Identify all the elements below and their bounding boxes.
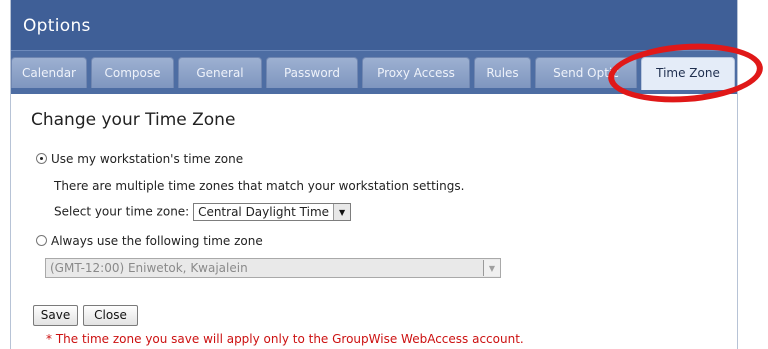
tab-send-options[interactable]: Send Optic: [535, 57, 637, 88]
tab-bar: Calendar Compose General Password Proxy …: [11, 50, 737, 94]
header: Options: [11, 0, 737, 50]
option-always[interactable]: Always use the following time zone: [36, 234, 263, 248]
tab-compose[interactable]: Compose: [91, 57, 174, 88]
fixed-time-zone-select[interactable]: (GMT-12:00) Eniwetok, Kwajalein ▼: [45, 258, 501, 278]
select-zone-label: Select your time zone:: [54, 204, 190, 219]
radio-icon[interactable]: [36, 153, 47, 164]
time-zone-note: * The time zone you save will apply only…: [46, 332, 524, 346]
tab-general[interactable]: General: [178, 57, 262, 88]
time-zone-select-value: Central Daylight Time: [198, 205, 330, 219]
page-title: Options: [23, 16, 91, 36]
option-workstation-label: Use my workstation's time zone: [51, 152, 244, 166]
radio-icon[interactable]: [36, 235, 47, 246]
time-zone-content: Change your Time Zone Use my workstation…: [11, 94, 737, 349]
chevron-down-icon[interactable]: ▼: [483, 260, 500, 276]
option-always-label: Always use the following time zone: [51, 234, 263, 248]
chevron-down-icon[interactable]: ▼: [333, 204, 351, 220]
tab-proxy-access[interactable]: Proxy Access: [362, 57, 470, 88]
tab-calendar[interactable]: Calendar: [11, 57, 87, 88]
fixed-time-zone-value: (GMT-12:00) Eniwetok, Kwajalein: [50, 261, 248, 275]
always-zone-row: (GMT-12:00) Eniwetok, Kwajalein ▼: [45, 258, 501, 278]
options-panel: Options Calendar Compose General Passwor…: [10, 0, 738, 349]
close-button[interactable]: Close: [83, 305, 138, 326]
time-zone-select[interactable]: Central Daylight Time ▼: [193, 203, 352, 221]
option-workstation[interactable]: Use my workstation's time zone: [36, 152, 243, 166]
multiple-zones-text: There are multiple time zones that match…: [54, 179, 465, 193]
tab-time-zone[interactable]: Time Zone: [641, 57, 735, 90]
save-button[interactable]: Save: [33, 305, 78, 326]
tab-password[interactable]: Password: [266, 57, 358, 88]
select-zone-row: Select your time zone: Central Daylight …: [54, 203, 352, 221]
tab-rules[interactable]: Rules: [474, 57, 531, 88]
section-heading: Change your Time Zone: [31, 110, 236, 130]
